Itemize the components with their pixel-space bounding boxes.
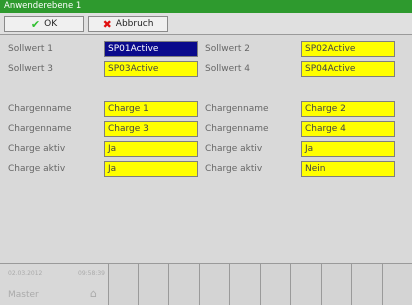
function-key-5[interactable] <box>229 264 260 305</box>
batch-active-label: Charge aktiv <box>8 164 66 174</box>
batch-active-label: Charge aktiv <box>205 144 263 154</box>
batch-active-field-4[interactable]: Nein <box>301 161 395 177</box>
status-panel: 02.03.2012 09:58:39 Master ⌂ <box>0 264 108 305</box>
setpoint-label: Sollwert 3 <box>8 64 53 74</box>
batch-name-label: Chargenname <box>205 124 269 134</box>
function-key-7[interactable] <box>290 264 321 305</box>
setpoint-field-3[interactable]: SP03Active <box>104 61 198 77</box>
setpoint-label: Sollwert 2 <box>205 44 250 54</box>
batch-name-field-1[interactable]: Charge 1 <box>104 101 198 117</box>
function-key-8[interactable] <box>321 264 351 305</box>
ok-button-label: OK <box>44 19 58 29</box>
batch-active-field-1[interactable]: Ja <box>104 141 198 157</box>
batch-active-field-3[interactable]: Ja <box>104 161 198 177</box>
batch-name-label: Chargenname <box>205 104 269 114</box>
batch-name-field-4[interactable]: Charge 4 <box>301 121 395 137</box>
setpoint-label: Sollwert 4 <box>205 64 250 74</box>
status-time: 09:58:39 <box>78 270 105 277</box>
window-title: Anwenderebene 1 <box>0 0 412 13</box>
toolbar-divider <box>0 34 412 35</box>
setpoint-field-2[interactable]: SP02Active <box>301 41 395 57</box>
cancel-button-label: Abbruch <box>115 19 154 29</box>
function-key-10[interactable] <box>382 264 412 305</box>
function-key-6[interactable] <box>260 264 290 305</box>
setpoint-field-1[interactable]: SP01Active <box>104 41 198 57</box>
function-key-1[interactable] <box>108 264 138 305</box>
x-icon: ✖ <box>102 17 112 31</box>
setpoint-label: Sollwert 1 <box>8 44 53 54</box>
function-key-bar: 02.03.2012 09:58:39 Master ⌂ <box>0 263 412 305</box>
function-key-4[interactable] <box>199 264 229 305</box>
status-date: 02.03.2012 <box>8 270 43 277</box>
ok-button[interactable]: ✔ OK <box>4 16 84 32</box>
check-icon: ✔ <box>30 17 41 31</box>
batch-active-field-2[interactable]: Ja <box>301 141 395 157</box>
status-user: Master <box>8 290 39 300</box>
batch-name-field-2[interactable]: Charge 2 <box>301 101 395 117</box>
batch-name-label: Chargenname <box>8 104 72 114</box>
setpoint-field-4[interactable]: SP04Active <box>301 61 395 77</box>
function-key-3[interactable] <box>168 264 199 305</box>
cancel-button[interactable]: ✖ Abbruch <box>88 16 168 32</box>
toolbar: ✔ OK ✖ Abbruch <box>0 13 412 35</box>
batch-active-label: Charge aktiv <box>8 144 66 154</box>
batch-active-label: Charge aktiv <box>205 164 263 174</box>
batch-name-field-3[interactable]: Charge 3 <box>104 121 198 137</box>
user-login-icon[interactable]: ⌂ <box>90 287 97 300</box>
function-key-2[interactable] <box>138 264 168 305</box>
function-key-9[interactable] <box>351 264 382 305</box>
batch-name-label: Chargenname <box>8 124 72 134</box>
